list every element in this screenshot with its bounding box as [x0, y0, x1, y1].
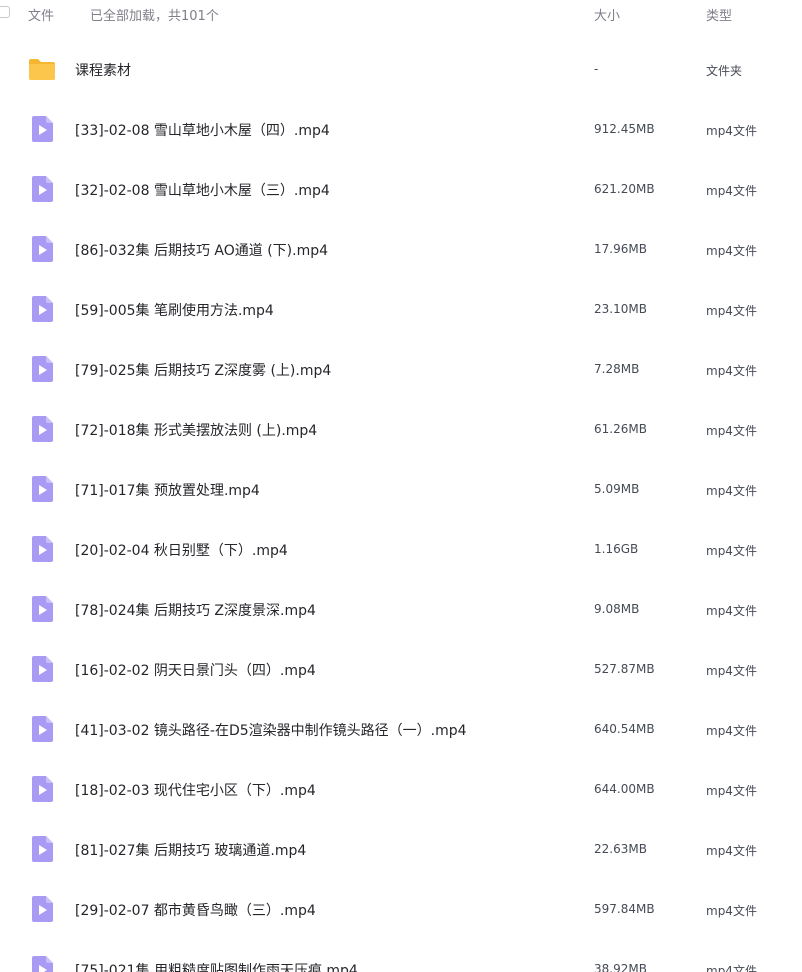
file-size: 17.96MB: [594, 242, 647, 256]
video-file-icon: [32, 116, 53, 142]
file-row[interactable]: [78]-024集 后期技巧 Z深度景深.mp4 9.08MB mp4文件: [0, 580, 802, 640]
file-row[interactable]: [81]-027集 后期技巧 玻璃通道.mp4 22.63MB mp4文件: [0, 820, 802, 880]
file-name[interactable]: [41]-03-02 镜头路径-在D5渲染器中制作镜头路径（一）.mp4: [75, 720, 467, 740]
file-name[interactable]: [79]-025集 后期技巧 Z深度雾 (上).mp4: [75, 360, 331, 380]
video-file-icon: [32, 596, 53, 622]
file-row[interactable]: [29]-02-07 都市黄昏鸟瞰（三）.mp4 597.84MB mp4文件: [0, 880, 802, 940]
video-file-icon: [32, 656, 53, 682]
file-row[interactable]: [71]-017集 预放置处理.mp4 5.09MB mp4文件: [0, 460, 802, 520]
file-name[interactable]: 课程素材: [75, 60, 131, 80]
file-type: mp4文件: [706, 544, 757, 558]
file-type: mp4文件: [706, 424, 757, 438]
video-file-icon: [32, 836, 53, 862]
file-size: 38.92MB: [594, 962, 647, 972]
file-name[interactable]: [72]-018集 形式美摆放法则 (上).mp4: [75, 420, 317, 440]
file-name[interactable]: [81]-027集 后期技巧 玻璃通道.mp4: [75, 840, 306, 860]
file-size: 527.87MB: [594, 662, 655, 676]
video-file-icon: [32, 236, 53, 262]
file-size: 621.20MB: [594, 182, 655, 196]
file-type: mp4文件: [706, 124, 757, 138]
file-size: 597.84MB: [594, 902, 655, 916]
file-type: mp4文件: [706, 304, 757, 318]
file-size: 9.08MB: [594, 602, 640, 616]
file-type: mp4文件: [706, 244, 757, 258]
file-size: 5.09MB: [594, 482, 640, 496]
file-type: mp4文件: [706, 184, 757, 198]
select-all-checkbox[interactable]: [0, 6, 10, 18]
file-type: mp4文件: [706, 964, 757, 972]
file-size: 7.28MB: [594, 362, 640, 376]
video-file-icon: [32, 476, 53, 502]
file-row[interactable]: [72]-018集 形式美摆放法则 (上).mp4 61.26MB mp4文件: [0, 400, 802, 460]
folder-icon: [29, 59, 55, 80]
file-name[interactable]: [16]-02-02 阴天日景门头（四）.mp4: [75, 660, 316, 680]
file-name[interactable]: [78]-024集 后期技巧 Z深度景深.mp4: [75, 600, 316, 620]
column-header-type[interactable]: 类型: [706, 5, 732, 24]
video-file-icon: [32, 176, 53, 202]
column-header-size[interactable]: 大小: [594, 5, 620, 24]
file-type: mp4文件: [706, 604, 757, 618]
file-list-page: 文件 已全部加载，共101个 大小 类型 课程素材 - 文件夹 [33]-02-08 …: [0, 0, 802, 972]
list-header: 文件 已全部加载，共101个 大小 类型: [0, 0, 802, 28]
file-row[interactable]: [20]-02-04 秋日别墅（下）.mp4 1.16GB mp4文件: [0, 520, 802, 580]
file-name[interactable]: [32]-02-08 雪山草地小木屋（三）.mp4: [75, 180, 330, 200]
file-name[interactable]: [86]-032集 后期技巧 AO通道 (下).mp4: [75, 240, 328, 260]
file-type: mp4文件: [706, 904, 757, 918]
video-file-icon: [32, 956, 53, 972]
file-size: 644.00MB: [594, 782, 655, 796]
video-file-icon: [32, 536, 53, 562]
file-size: 640.54MB: [594, 722, 655, 736]
file-size: 912.45MB: [594, 122, 655, 136]
file-type: mp4文件: [706, 844, 757, 858]
file-name[interactable]: [18]-02-03 现代住宅小区（下）.mp4: [75, 780, 316, 800]
file-name[interactable]: [71]-017集 预放置处理.mp4: [75, 480, 260, 500]
file-type: mp4文件: [706, 664, 757, 678]
video-file-icon: [32, 716, 53, 742]
file-size: 23.10MB: [594, 302, 647, 316]
video-file-icon: [32, 296, 53, 322]
file-list: 课程素材 - 文件夹 [33]-02-08 雪山草地小木屋（四）.mp4 912.45M…: [0, 40, 802, 972]
video-file-icon: [32, 356, 53, 382]
file-type: mp4文件: [706, 784, 757, 798]
video-file-icon: [32, 416, 53, 442]
file-size: -: [594, 62, 599, 76]
file-name[interactable]: [29]-02-07 都市黄昏鸟瞰（三）.mp4: [75, 900, 316, 920]
file-row[interactable]: 课程素材 - 文件夹: [0, 40, 802, 100]
video-file-icon: [32, 896, 53, 922]
file-size: 1.16GB: [594, 542, 639, 556]
file-type: mp4文件: [706, 484, 757, 498]
file-name[interactable]: [59]-005集 笔刷使用方法.mp4: [75, 300, 274, 320]
file-name[interactable]: [33]-02-08 雪山草地小木屋（四）.mp4: [75, 120, 330, 140]
file-size: 61.26MB: [594, 422, 647, 436]
file-row[interactable]: [41]-03-02 镜头路径-在D5渲染器中制作镜头路径（一）.mp4 640.…: [0, 700, 802, 760]
column-header-name[interactable]: 文件: [28, 5, 54, 24]
file-row[interactable]: [16]-02-02 阴天日景门头（四）.mp4 527.87MB mp4文件: [0, 640, 802, 700]
file-row[interactable]: [86]-032集 后期技巧 AO通道 (下).mp4 17.96MB mp4文件: [0, 220, 802, 280]
file-row[interactable]: [33]-02-08 雪山草地小木屋（四）.mp4 912.45MB mp4文件: [0, 100, 802, 160]
load-status-text: 已全部加载，共101个: [90, 9, 219, 24]
video-file-icon: [32, 776, 53, 802]
file-type: 文件夹: [706, 64, 743, 78]
file-name[interactable]: [75]-021集 用粗糙度贴图制作雨天压痕.mp4: [75, 960, 358, 972]
file-type: mp4文件: [706, 364, 757, 378]
file-size: 22.63MB: [594, 842, 647, 856]
file-row[interactable]: [59]-005集 笔刷使用方法.mp4 23.10MB mp4文件: [0, 280, 802, 340]
file-row[interactable]: [79]-025集 后期技巧 Z深度雾 (上).mp4 7.28MB mp4文件: [0, 340, 802, 400]
file-row[interactable]: [32]-02-08 雪山草地小木屋（三）.mp4 621.20MB mp4文件: [0, 160, 802, 220]
file-name[interactable]: [20]-02-04 秋日别墅（下）.mp4: [75, 540, 288, 560]
file-type: mp4文件: [706, 724, 757, 738]
file-row[interactable]: [75]-021集 用粗糙度贴图制作雨天压痕.mp4 38.92MB mp4文件: [0, 940, 802, 972]
file-row[interactable]: [18]-02-03 现代住宅小区（下）.mp4 644.00MB mp4文件: [0, 760, 802, 820]
